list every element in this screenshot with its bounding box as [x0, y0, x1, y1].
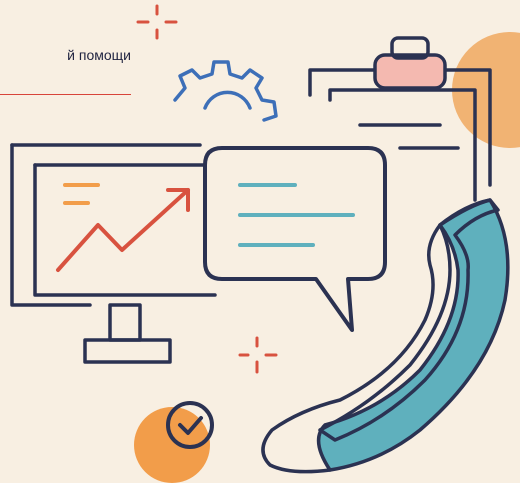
support-illustration	[10, 4, 520, 483]
monitor-chart-icon	[10, 143, 217, 364]
chat-bubble-icon	[203, 146, 387, 332]
sparkle-icon	[136, 4, 178, 40]
chart-bars-icon	[63, 183, 100, 205]
sparkle-icon	[238, 336, 278, 374]
chat-lines	[238, 183, 355, 247]
gear-icon	[173, 60, 278, 122]
